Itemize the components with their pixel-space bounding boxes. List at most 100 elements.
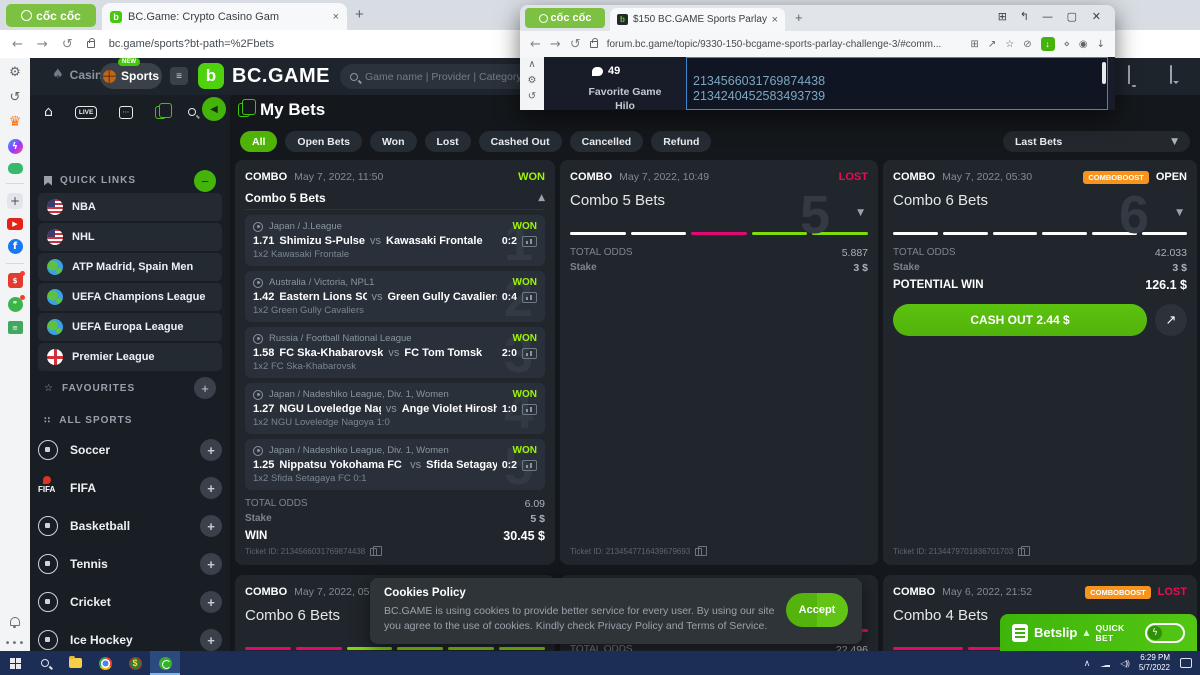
filter-open-bets[interactable]: Open Bets bbox=[285, 131, 362, 152]
home-icon[interactable]: ⌂ bbox=[44, 104, 53, 120]
bet-card-lost[interactable]: COMBO May 7, 2022, 10:49 LOST Combo 5 Be… bbox=[560, 160, 878, 565]
match-stats-icon[interactable] bbox=[522, 236, 537, 247]
sidebar-item-fifa[interactable]: FIFAFIFA + bbox=[38, 473, 222, 503]
quick-links-collapse-button[interactable]: − bbox=[194, 170, 216, 192]
file-explorer-button[interactable] bbox=[60, 651, 90, 675]
settings-gear-icon[interactable]: ⚙ bbox=[528, 75, 537, 86]
nav-sports[interactable]: NEW Sports bbox=[100, 63, 162, 89]
coccoc-brand[interactable]: cốc cốc bbox=[6, 4, 96, 27]
more-icon[interactable]: ••• bbox=[7, 635, 23, 651]
youtube-icon[interactable]: ▶ bbox=[7, 218, 23, 230]
send-to-device-icon[interactable]: ↰ bbox=[1020, 10, 1029, 23]
sidebar-item-uefa-europa[interactable]: UEFA Europa League bbox=[38, 313, 222, 341]
share-bet-button[interactable]: ↗ bbox=[1155, 304, 1187, 336]
chevron-up-icon[interactable]: ▲ bbox=[538, 193, 545, 203]
basketball-add-button[interactable]: + bbox=[200, 515, 222, 537]
bell-icon[interactable] bbox=[10, 617, 20, 626]
copy-icon[interactable] bbox=[370, 548, 377, 556]
start-button[interactable] bbox=[0, 651, 30, 675]
tab-close-icon[interactable]: × bbox=[333, 11, 339, 23]
maximize-button[interactable]: ▢ bbox=[1067, 10, 1077, 23]
live-icon[interactable]: LIVE bbox=[75, 106, 97, 119]
new-tab-button[interactable]: + bbox=[355, 6, 364, 23]
soccer-add-button[interactable]: + bbox=[200, 439, 222, 461]
facebook-icon[interactable]: f bbox=[8, 239, 23, 254]
scrollbar[interactable] bbox=[1102, 62, 1106, 84]
chevron-down-icon[interactable]: ▼ bbox=[1176, 208, 1183, 218]
reload-icon[interactable]: ↺ bbox=[570, 37, 581, 52]
sports-menu-button[interactable]: ≡ bbox=[170, 67, 188, 85]
cash-out-button[interactable]: CASH OUT 2.44 $ bbox=[893, 304, 1147, 336]
bet-card-won[interactable]: COMBO May 7, 2022, 11:50 WON Combo 5 Bet… bbox=[235, 160, 555, 565]
url-text[interactable]: bc.game/sports?bt-path=%2Fbets bbox=[109, 38, 274, 50]
sidebar-item-nba[interactable]: NBA bbox=[38, 193, 222, 221]
calendar-icon[interactable]: ⋯ bbox=[119, 106, 133, 119]
games-icon[interactable] bbox=[8, 163, 23, 174]
filter-all[interactable]: All bbox=[240, 131, 277, 152]
settings-gear-icon[interactable]: ⚙ bbox=[7, 64, 23, 80]
filter-cashed-out[interactable]: Cashed Out bbox=[479, 131, 562, 152]
ice-hockey-add-button[interactable]: + bbox=[200, 629, 222, 651]
sidebar-item-uefa-champions[interactable]: UEFA Champions League bbox=[38, 283, 222, 311]
match-stats-icon[interactable] bbox=[522, 348, 537, 359]
sidebar-item-soccer[interactable]: Soccer + bbox=[38, 435, 222, 465]
tab-close-icon[interactable]: × bbox=[772, 14, 778, 26]
minimize-button[interactable]: — bbox=[1042, 10, 1053, 23]
popup-url-text[interactable]: forum.bc.game/topic/9330-150-bcgame-spor… bbox=[607, 39, 942, 50]
search-input[interactable] bbox=[365, 71, 545, 83]
extensions-icon[interactable]: ⋄ bbox=[1064, 39, 1070, 50]
quick-bet-toggle[interactable] bbox=[1145, 623, 1185, 643]
fifa-add-button[interactable]: + bbox=[200, 477, 222, 499]
forward-icon[interactable]: → bbox=[550, 37, 561, 52]
favourites-add-button[interactable]: + bbox=[194, 377, 216, 399]
popup-tab[interactable]: b $150 BC.GAME Sports Parlay × bbox=[610, 8, 785, 31]
chevron-down-icon[interactable]: ▼ bbox=[857, 208, 864, 218]
filter-lost[interactable]: Lost bbox=[425, 131, 471, 152]
betslip-bar[interactable]: Betslip ▲ QUICK BET bbox=[1000, 614, 1197, 651]
match-stats-icon[interactable] bbox=[522, 460, 537, 471]
reload-icon[interactable]: ↺ bbox=[62, 37, 73, 52]
downloads-icon[interactable]: ↓ bbox=[1097, 39, 1105, 50]
tray-expand-icon[interactable]: ∧ bbox=[1084, 658, 1091, 669]
filter-cancelled[interactable]: Cancelled bbox=[570, 131, 644, 152]
scroll-up-icon[interactable]: ∧ bbox=[528, 59, 535, 70]
sidebar-item-basketball[interactable]: Basketball + bbox=[38, 511, 222, 541]
add-shortcut-button[interactable]: + bbox=[7, 193, 23, 209]
sidebar-item-premier-league[interactable]: Premier League bbox=[38, 343, 222, 371]
forward-icon[interactable]: → bbox=[37, 37, 48, 52]
chat-button[interactable] bbox=[1170, 66, 1172, 84]
bookmark-star-icon[interactable]: ☆ bbox=[1005, 39, 1014, 50]
browser-tab[interactable]: b BC.Game: Crypto Casino Gam × bbox=[102, 3, 347, 30]
back-icon[interactable]: ← bbox=[12, 37, 23, 52]
bcgame-logo[interactable]: b BC.GAME bbox=[198, 63, 330, 89]
notifications-button[interactable] bbox=[1128, 66, 1130, 84]
cricket-add-button[interactable]: + bbox=[200, 591, 222, 613]
downloader-icon[interactable]: ↓ bbox=[1041, 37, 1055, 51]
messenger-icon[interactable]: ϟ bbox=[8, 139, 23, 154]
coccoc-brand[interactable]: cốc cốc bbox=[525, 8, 605, 28]
bet-card-open[interactable]: COMBO May 7, 2022, 05:30 COMBOBOOST OPEN… bbox=[883, 160, 1197, 565]
adblock-icon[interactable]: ⊘ bbox=[1023, 39, 1031, 50]
sort-select[interactable]: Last Bets ▼ bbox=[1003, 131, 1190, 152]
share-icon[interactable]: ↗ bbox=[988, 39, 996, 50]
sidebar-item-ice-hockey[interactable]: Ice Hockey + bbox=[38, 625, 222, 651]
translate-icon[interactable]: ⊞ bbox=[970, 39, 978, 50]
filter-refund[interactable]: Refund bbox=[651, 131, 711, 152]
red-app-icon[interactable]: $ bbox=[8, 273, 23, 288]
coccoc-button[interactable] bbox=[150, 651, 180, 675]
crown-icon[interactable]: ♛ bbox=[7, 114, 23, 130]
close-button[interactable]: ✕ bbox=[1092, 10, 1101, 23]
match-stats-icon[interactable] bbox=[522, 292, 537, 303]
my-bets-icon[interactable] bbox=[155, 106, 166, 119]
green-chat-icon[interactable]: ❞ bbox=[8, 297, 23, 312]
copy-icon[interactable] bbox=[1018, 548, 1025, 556]
sidebar-search-icon[interactable] bbox=[188, 108, 196, 116]
taskbar-clock[interactable]: 6:29 PM 5/7/2022 bbox=[1139, 653, 1170, 674]
history-icon[interactable]: ↺ bbox=[528, 91, 536, 102]
profile-icon[interactable]: ◉ bbox=[1079, 39, 1088, 50]
sidebar-item-atp-madrid[interactable]: ATP Madrid, Spain Men bbox=[38, 253, 222, 281]
new-tab-button[interactable]: + bbox=[795, 10, 803, 25]
match-stats-icon[interactable] bbox=[522, 404, 537, 415]
accept-cookies-button[interactable]: Accept bbox=[786, 593, 848, 627]
sidebar-collapse-button[interactable]: ◀ bbox=[202, 97, 226, 121]
